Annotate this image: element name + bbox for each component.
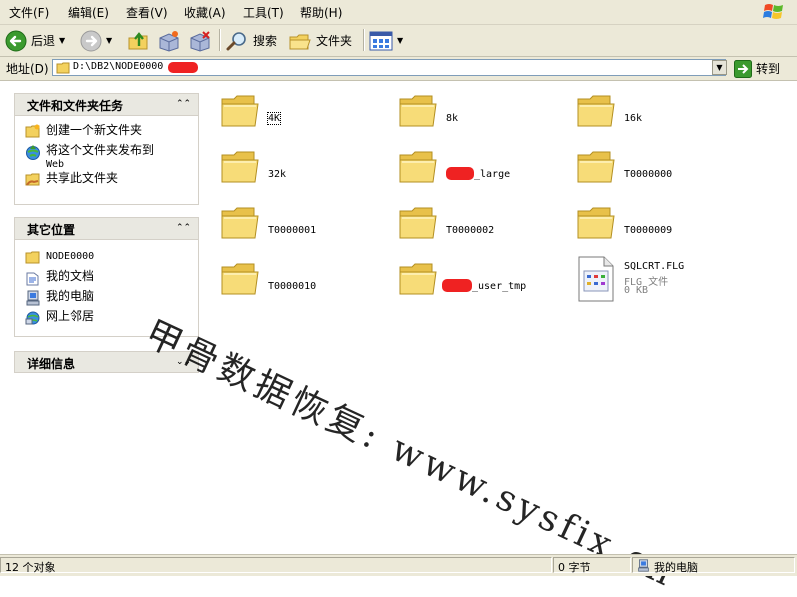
status-object-count: 12 个对象 bbox=[0, 557, 552, 574]
expand-chevron-icon[interactable]: ⌄⌄ bbox=[176, 355, 191, 369]
file-tasks-body: 创建一个新文件夹 将这个文件夹发布到 Web 共享此文件夹 bbox=[14, 115, 199, 205]
back-arrow-icon bbox=[5, 30, 27, 51]
views-button[interactable]: ▼ bbox=[369, 28, 403, 53]
folder-icon bbox=[577, 207, 615, 239]
folder-name: 16k bbox=[624, 113, 643, 124]
folder-name: T0000010 bbox=[268, 281, 317, 292]
folder-icon bbox=[577, 151, 615, 183]
new-folder-icon bbox=[25, 124, 40, 138]
status-bar: 12 个对象 0 字节 我的电脑 bbox=[0, 554, 797, 576]
flg-file-icon bbox=[578, 256, 614, 302]
delete-icon bbox=[190, 30, 210, 52]
status-zone: 我的电脑 bbox=[632, 557, 795, 574]
menu-edit[interactable]: 编辑(E) bbox=[68, 4, 109, 21]
address-value: D:\DB2\NODE0000 bbox=[73, 61, 164, 72]
file-tasks-panel: 文件和文件夹任务 ⌃⌃ 创建一个新文件夹 将这个文件夹发布到 Web 共享此文件… bbox=[14, 93, 199, 205]
folder-name: 8k bbox=[446, 113, 459, 124]
menu-favorites[interactable]: 收藏(A) bbox=[184, 4, 226, 21]
folder-icon bbox=[399, 207, 437, 239]
folder-icon bbox=[221, 207, 259, 239]
other-places-panel: 其它位置 ⌃⌃ NODE0000 我的文档 我的电脑 网上邻居 bbox=[14, 217, 199, 337]
up-folder-button[interactable] bbox=[127, 28, 151, 53]
folder-icon bbox=[399, 151, 437, 183]
address-label: 地址(D) bbox=[6, 62, 49, 76]
folder-icon bbox=[221, 95, 259, 127]
folder-icon bbox=[221, 263, 259, 295]
collapse-chevron-icon[interactable]: ⌃⌃ bbox=[176, 221, 191, 235]
share-folder-icon bbox=[25, 173, 40, 186]
folder-icon bbox=[399, 263, 437, 295]
folder-name: T0000001 bbox=[268, 225, 317, 236]
redaction-mark bbox=[446, 167, 474, 180]
folder-icon bbox=[399, 95, 437, 127]
go-arrow-icon bbox=[734, 59, 752, 78]
views-icon bbox=[369, 31, 393, 50]
my-computer-icon bbox=[638, 559, 649, 572]
folder-icon bbox=[221, 151, 259, 183]
collapse-chevron-icon[interactable]: ⌃⌃ bbox=[176, 97, 191, 111]
search-icon bbox=[226, 31, 246, 50]
folder-icon bbox=[56, 62, 70, 74]
place-my-computer[interactable]: 我的电脑 bbox=[25, 290, 94, 306]
move-to-icon bbox=[159, 30, 179, 52]
back-dropdown-icon[interactable]: ▼ bbox=[59, 36, 65, 45]
back-button[interactable]: 后退 ▼ bbox=[5, 28, 65, 53]
other-places-header[interactable]: 其它位置 ⌃⌃ bbox=[14, 217, 199, 239]
go-button[interactable]: 转到 bbox=[734, 59, 780, 78]
redaction-mark bbox=[168, 62, 198, 73]
file-list: 4K 8k 16k 32k _large T0000000 T0000001 T… bbox=[212, 81, 797, 554]
move-to-button[interactable] bbox=[157, 28, 181, 53]
network-places-icon bbox=[25, 311, 40, 325]
details-panel: 详细信息 ⌄⌄ bbox=[14, 351, 199, 373]
folder-icon bbox=[577, 95, 615, 127]
file-tasks-header[interactable]: 文件和文件夹任务 ⌃⌃ bbox=[14, 93, 199, 115]
menu-view[interactable]: 查看(V) bbox=[126, 4, 168, 21]
task-publish-web[interactable]: 将这个文件夹发布到 Web bbox=[25, 144, 154, 171]
toolbar: 后退 ▼ ▼ 搜索 文件夹 ▼ bbox=[0, 25, 797, 57]
folder-name: T0000009 bbox=[624, 225, 673, 236]
details-header[interactable]: 详细信息 ⌄⌄ bbox=[14, 351, 199, 373]
place-node0000[interactable]: NODE0000 bbox=[25, 250, 94, 264]
file-name: SQLCRT.FLG bbox=[624, 261, 685, 272]
folder-name: _user_tmp bbox=[472, 281, 527, 292]
folder-name: T0000002 bbox=[446, 225, 495, 236]
views-dropdown-icon[interactable]: ▼ bbox=[397, 36, 403, 45]
my-computer-icon bbox=[26, 290, 40, 306]
task-share-folder[interactable]: 共享此文件夹 bbox=[25, 172, 118, 186]
windows-logo-icon bbox=[763, 4, 783, 19]
address-dropdown-button[interactable]: ▼ bbox=[712, 60, 727, 75]
folder-name: 32k bbox=[268, 169, 287, 180]
status-bytes: 0 字节 bbox=[553, 557, 631, 574]
publish-web-icon bbox=[26, 145, 40, 160]
menu-bar: 文件(F) 编辑(E) 查看(V) 收藏(A) 工具(T) 帮助(H) bbox=[0, 0, 797, 25]
place-my-documents[interactable]: 我的文档 bbox=[25, 270, 94, 286]
other-places-body: NODE0000 我的文档 我的电脑 网上邻居 bbox=[14, 239, 199, 337]
address-input[interactable]: D:\DB2\NODE0000 bbox=[52, 59, 726, 76]
redaction-mark bbox=[442, 279, 472, 292]
task-new-folder[interactable]: 创建一个新文件夹 bbox=[25, 124, 142, 138]
menu-file[interactable]: 文件(F) bbox=[9, 4, 49, 21]
forward-arrow-icon bbox=[80, 30, 102, 51]
delete-button[interactable] bbox=[188, 28, 212, 53]
file-size: 0 KB bbox=[624, 285, 649, 296]
menu-tools[interactable]: 工具(T) bbox=[243, 4, 284, 21]
folder-name: T0000000 bbox=[624, 169, 673, 180]
place-network[interactable]: 网上邻居 bbox=[25, 310, 94, 326]
folders-icon bbox=[289, 34, 311, 49]
address-bar: 地址(D) D:\DB2\NODE0000 ▼ 转到 bbox=[0, 57, 797, 81]
forward-button[interactable]: ▼ bbox=[80, 28, 112, 53]
menu-help[interactable]: 帮助(H) bbox=[300, 4, 342, 21]
folders-button[interactable]: 文件夹 bbox=[288, 28, 352, 53]
folder-icon bbox=[25, 251, 40, 264]
folder-name: 4K bbox=[266, 112, 282, 125]
folder-name: _large bbox=[474, 169, 511, 180]
my-documents-icon bbox=[26, 272, 39, 286]
forward-dropdown-icon[interactable]: ▼ bbox=[106, 36, 112, 45]
task-pane: 文件和文件夹任务 ⌃⌃ 创建一个新文件夹 将这个文件夹发布到 Web 共享此文件… bbox=[0, 81, 212, 554]
folder-up-icon bbox=[128, 31, 148, 49]
search-button[interactable]: 搜索 bbox=[225, 28, 277, 53]
